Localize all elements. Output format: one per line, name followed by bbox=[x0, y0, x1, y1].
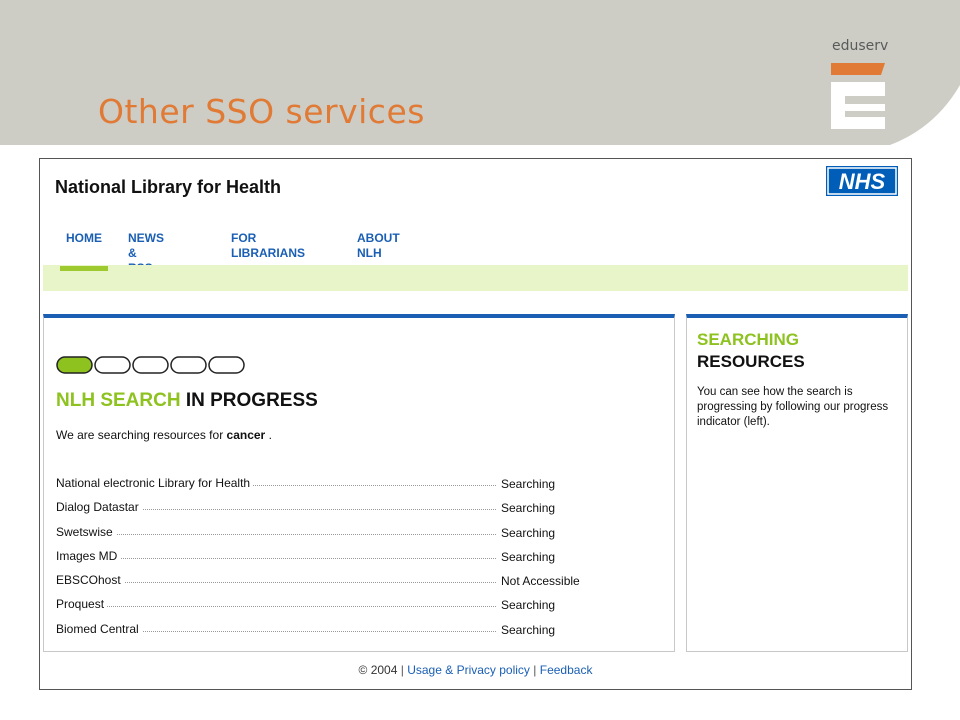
resource-name: Biomed Central bbox=[56, 621, 142, 636]
resource-status: Searching bbox=[501, 598, 556, 613]
progress-indicator bbox=[56, 356, 245, 374]
resource-row: National electronic Library for Health S… bbox=[56, 476, 616, 500]
footer-copyright: © 2004 bbox=[358, 663, 398, 677]
search-desc-suffix: . bbox=[268, 428, 272, 442]
resource-list: National electronic Library for Health S… bbox=[56, 476, 616, 646]
search-progress-panel: NLH SEARCH IN PROGRESS We are searching … bbox=[43, 314, 675, 652]
progress-step-pending bbox=[208, 356, 245, 374]
nav-home[interactable]: HOME bbox=[66, 231, 102, 246]
resource-row: Swetswise Searching bbox=[56, 524, 616, 549]
progress-step-pending bbox=[170, 356, 207, 374]
leader-dots bbox=[56, 557, 496, 559]
side-description: You can see how the search is progressin… bbox=[697, 386, 889, 428]
side-heading-dark: RESOURCES bbox=[697, 352, 805, 371]
search-desc-prefix: We are searching resources for bbox=[56, 428, 224, 442]
side-heading-green: SEARCHING bbox=[697, 330, 800, 349]
resource-status: Searching bbox=[501, 622, 556, 637]
nhs-logo-icon: NHS bbox=[826, 166, 898, 196]
nav-home-label: HOME bbox=[66, 231, 102, 245]
footer-separator: | bbox=[533, 663, 537, 677]
eduserv-brand-text: eduserv bbox=[832, 38, 889, 54]
search-term: cancer bbox=[226, 428, 266, 442]
privacy-policy-link[interactable]: Usage & Privacy policy bbox=[407, 663, 530, 677]
leader-dots bbox=[56, 606, 496, 608]
feedback-link[interactable]: Feedback bbox=[540, 663, 593, 677]
searching-resources-panel: SEARCHING RESOURCES You can see how the … bbox=[686, 314, 908, 652]
nav-about-label-1: ABOUT bbox=[357, 231, 400, 245]
nav-about-label-2: NLH bbox=[357, 246, 382, 260]
resource-name: National electronic Library for Health bbox=[56, 476, 254, 490]
resource-name: Dialog Datastar bbox=[56, 500, 142, 515]
resource-status: Not Accessible bbox=[501, 574, 580, 589]
nav-active-indicator bbox=[60, 266, 108, 271]
progress-step-pending bbox=[132, 356, 169, 374]
resource-row: EBSCOhost Not Accessible bbox=[56, 573, 616, 597]
nav-librarians-label-2: LIBRARIANS bbox=[231, 246, 305, 260]
resource-status: Searching bbox=[501, 477, 556, 491]
resource-status: Searching bbox=[501, 549, 556, 564]
nhs-logo-text: NHS bbox=[839, 169, 886, 194]
nav-green-bar bbox=[43, 265, 908, 291]
progress-step-complete bbox=[56, 356, 93, 374]
resource-status: Searching bbox=[501, 525, 556, 540]
resource-row: Proquest Searching bbox=[56, 597, 616, 621]
eduserv-logo-icon bbox=[831, 63, 885, 129]
resource-name: Images MD bbox=[56, 548, 121, 563]
nav-librarians-label-1: FOR bbox=[231, 231, 257, 245]
footer-separator: | bbox=[400, 663, 404, 677]
leader-dots bbox=[56, 533, 496, 535]
nav-news-label-1: NEWS & bbox=[128, 231, 164, 260]
resource-status: Searching bbox=[501, 501, 556, 516]
search-heading-green: NLH SEARCH bbox=[56, 390, 181, 411]
search-description: We are searching resources for cancer . bbox=[56, 428, 272, 442]
nlh-screenshot-frame: National Library for Health NHS HOME NEW… bbox=[39, 158, 912, 690]
resource-name: Proquest bbox=[56, 597, 108, 612]
search-heading: NLH SEARCH IN PROGRESS bbox=[56, 390, 318, 412]
nav-about-nlh[interactable]: ABOUT NLH bbox=[357, 231, 400, 261]
site-title: National Library for Health bbox=[55, 177, 282, 197]
slide-title: Other SSO services bbox=[98, 92, 425, 131]
resource-row: Images MD Searching bbox=[56, 548, 616, 573]
resource-name: EBSCOhost bbox=[56, 573, 124, 588]
resource-row: Biomed Central Searching bbox=[56, 621, 616, 646]
resource-row: Dialog Datastar Searching bbox=[56, 500, 616, 524]
nav-for-librarians[interactable]: FOR LIBRARIANS bbox=[231, 231, 305, 261]
site-footer: © 2004 | Usage & Privacy policy | Feedba… bbox=[40, 663, 911, 677]
resource-name: Swetswise bbox=[56, 524, 116, 539]
search-heading-dark: IN PROGRESS bbox=[185, 390, 318, 411]
progress-step-pending bbox=[94, 356, 131, 374]
